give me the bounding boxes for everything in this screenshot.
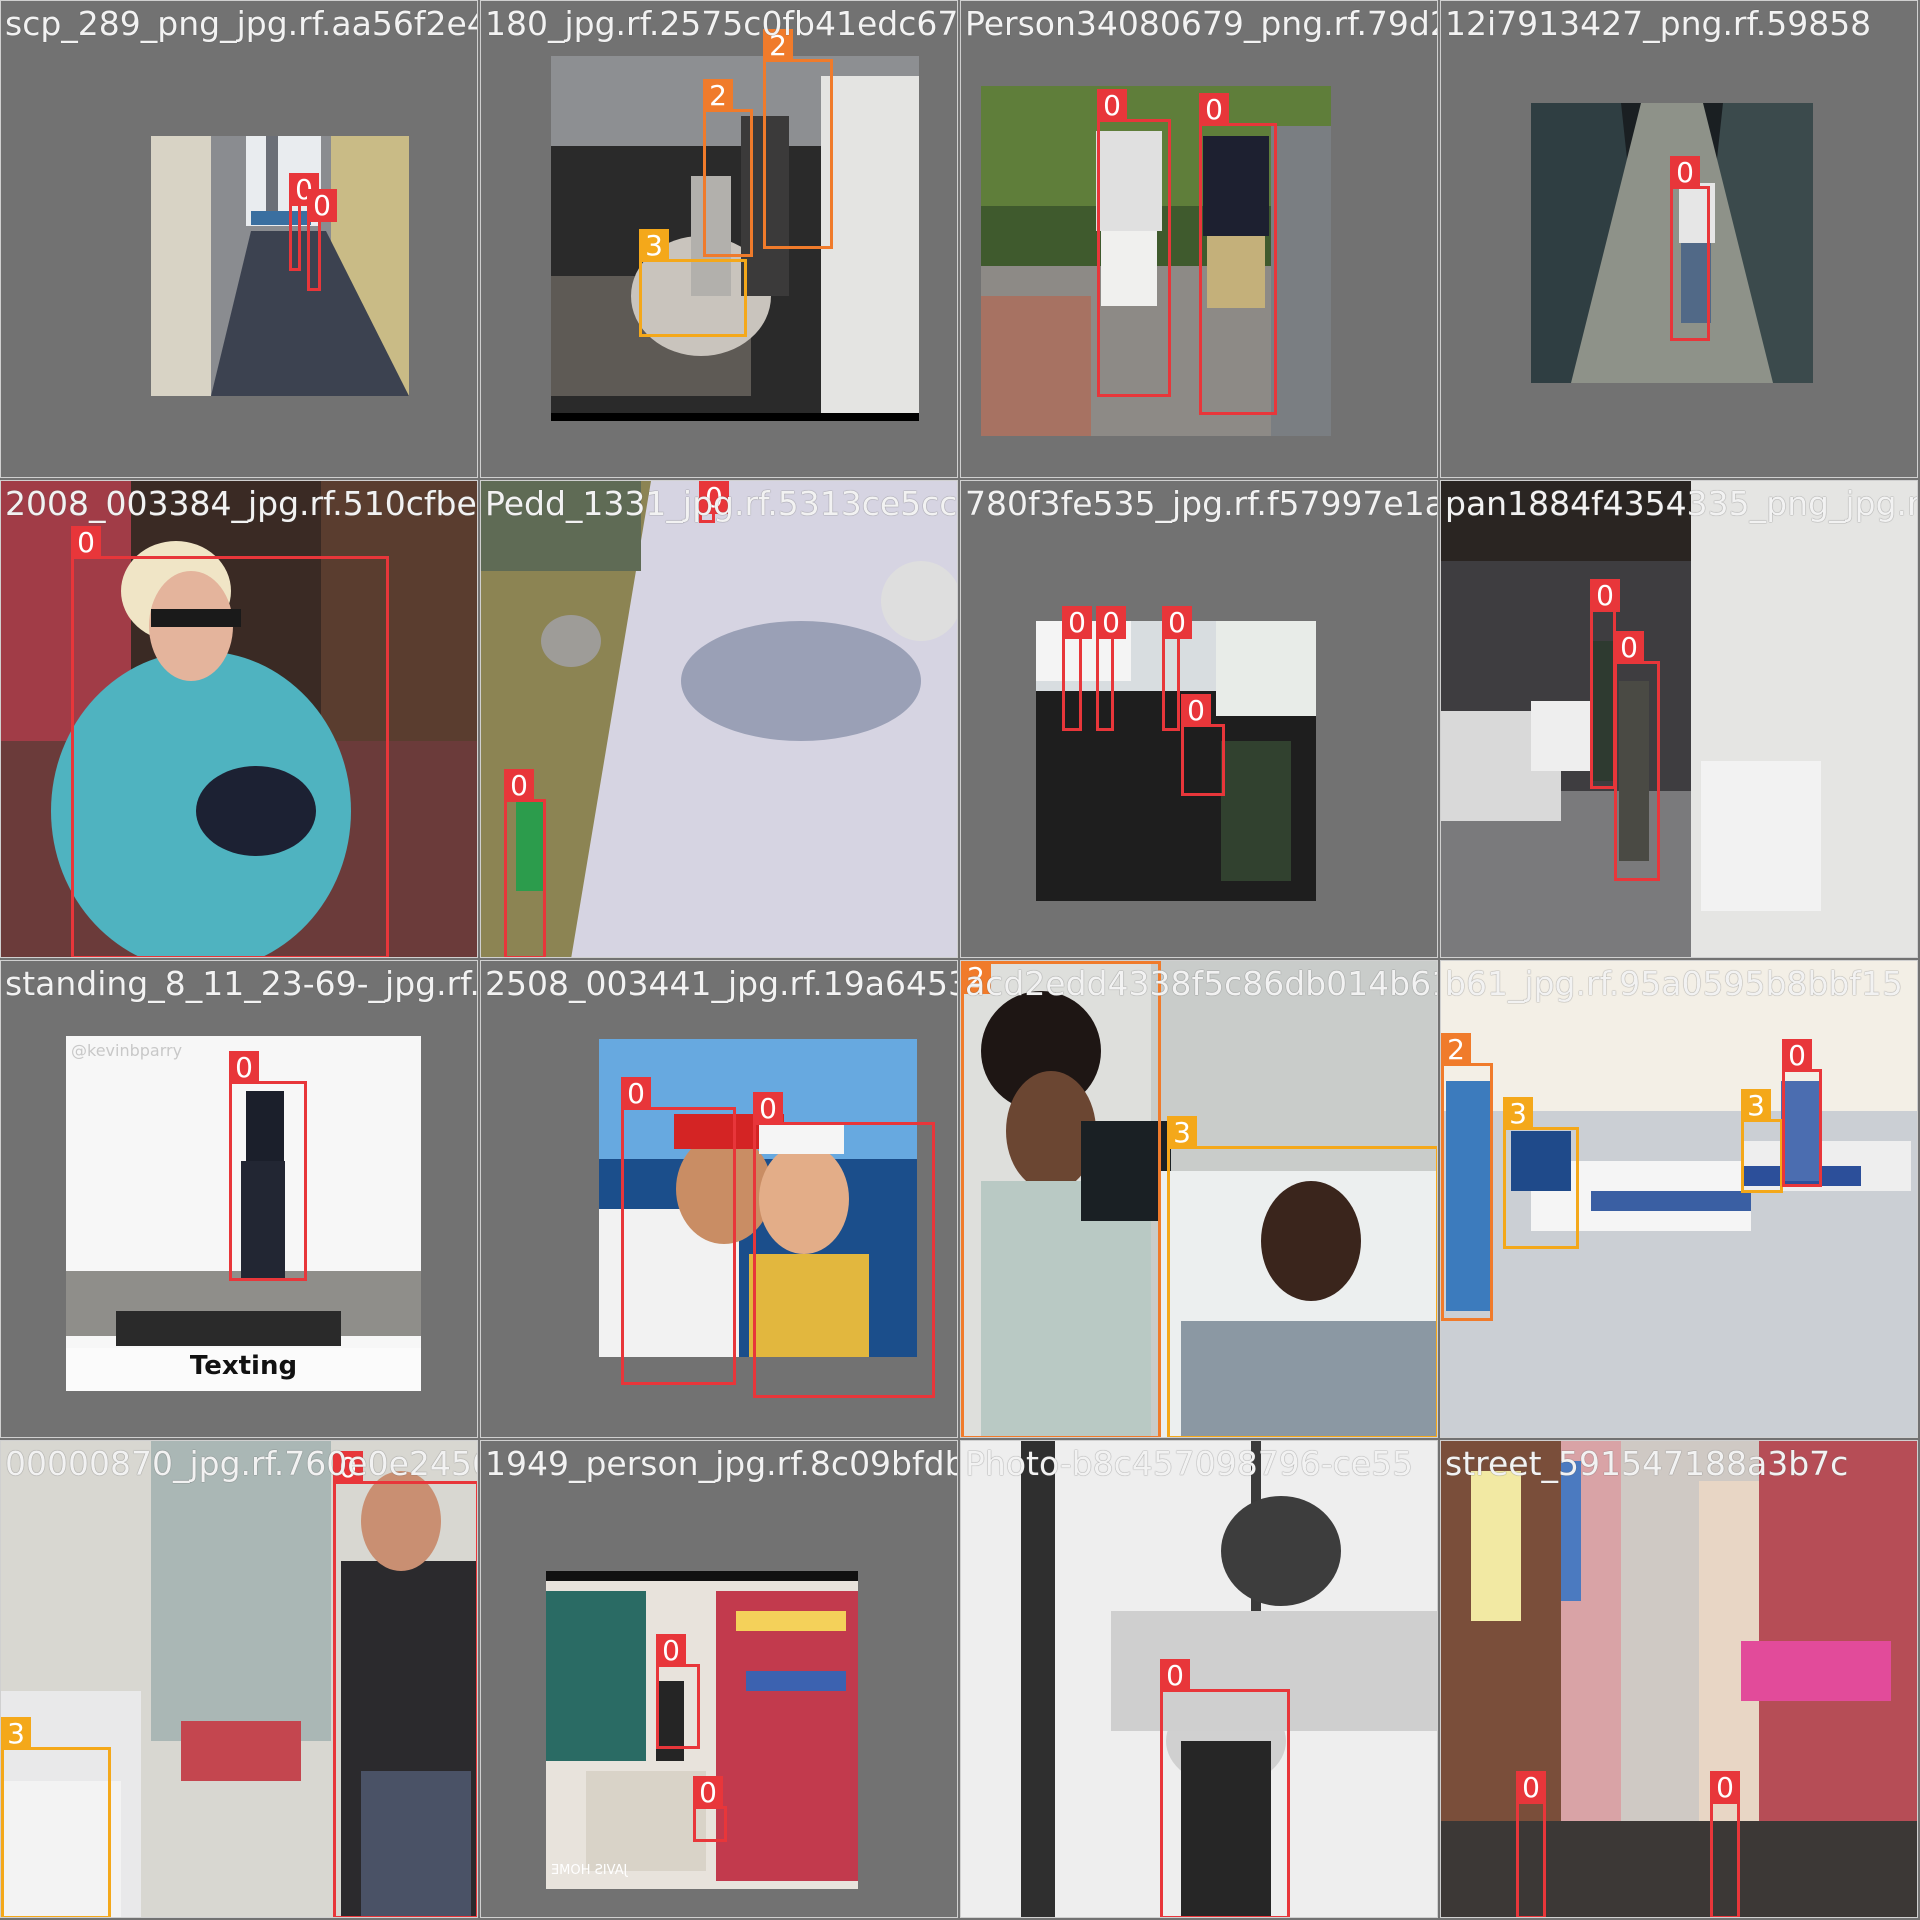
class-label: 3	[1167, 1116, 1197, 1149]
class-label: 2	[1441, 1033, 1471, 1066]
validation-batch-mosaic: 00scp_289_png_jpg.rf.aa56f2e480ebf2067a9…	[0, 0, 1920, 1920]
class-label: 0	[1670, 156, 1700, 189]
image-tile: 22 3 180_jpg.rf.2575c0fb41edc671d8efa73402…	[480, 0, 958, 478]
video-overlay-text: JAVIS HOME	[551, 1863, 628, 1878]
bounding-box: 3	[1167, 1116, 1437, 1437]
class-label: 0	[307, 189, 337, 222]
tile-filename: scp_289_png_jpg.rf.aa56f2e480ebf2067a9f9…	[5, 4, 477, 43]
image-tile: 00 scp_289_png_jpg.rf.aa56f2e480ebf2067a9…	[0, 0, 478, 478]
bounding-box: 0	[1181, 694, 1225, 796]
class-label: 0	[656, 1634, 686, 1667]
bounding-box: 0	[1614, 631, 1660, 881]
bounding-box: 2	[763, 29, 833, 249]
bounding-box: 0	[1199, 93, 1277, 415]
class-label: 0	[1062, 606, 1092, 639]
tile-filename: 2508_003441_jpg.rf.19a6453acd2edd4338f5c…	[485, 964, 957, 1003]
bounding-box: 0	[1782, 1039, 1822, 1187]
bounding-box: 0	[1670, 156, 1710, 341]
class-label: 3	[1503, 1097, 1533, 1130]
bounding-box: 0	[1710, 1771, 1740, 1917]
tile-photo	[1441, 1441, 1917, 1917]
bounding-box: 2	[961, 961, 1161, 1437]
bounding-box: 0	[1516, 1771, 1546, 1917]
class-label: 0	[1590, 579, 1620, 612]
class-label: 0	[1097, 89, 1127, 122]
class-label: 0	[229, 1051, 259, 1084]
bounding-box: 0	[699, 481, 729, 523]
tile-filename: 180_jpg.rf.2575c0fb41edc671d8efa73402679	[485, 4, 958, 43]
class-label: 0	[333, 1451, 363, 1484]
image-tile: 0 0 street_591547188a3b7c	[1440, 1440, 1918, 1918]
bounding-box: 0	[1062, 606, 1092, 731]
class-label: 0	[699, 481, 729, 514]
bounding-box: 2	[1441, 1033, 1493, 1321]
class-label: 0	[1614, 631, 1644, 664]
image-tile: 0 0 2508_003441_jpg.rf.19a6453acd2edd4338f…	[480, 960, 958, 1438]
bounding-box: 3	[1503, 1097, 1579, 1249]
class-label: 3	[1741, 1089, 1771, 1122]
image-tile: Texting @kevinbparry 0 standing_8_11_23-69-…	[0, 960, 478, 1438]
bounding-box: 0	[1096, 606, 1126, 731]
class-label: 2	[961, 961, 991, 994]
class-label: 0	[71, 526, 101, 559]
tile-filename: standing_8_11_23-69-_jpg.rf.2f568700d134…	[5, 964, 477, 1003]
class-label: 0	[621, 1077, 651, 1110]
bounding-box: 0	[289, 173, 319, 271]
class-label: 0	[1160, 1659, 1190, 1692]
bounding-box: 3	[1741, 1089, 1783, 1193]
class-label: 0	[1199, 93, 1229, 126]
tile-filename: 12i7913427_png.rf.59858	[1445, 4, 1872, 43]
image-tile: 02008_003384_jpg.rf.510cfbe8bd7383b1f3f5	[0, 480, 478, 958]
class-label: 3	[1, 1717, 31, 1750]
bounding-box: 0	[1590, 579, 1620, 789]
class-label: 0	[1710, 1771, 1740, 1804]
image-tile: 0300000870_jpg.rf.760e0e2456d49d5eff6263…	[0, 1440, 478, 1918]
bounding-box: 0	[71, 526, 389, 957]
bounding-box: 0	[1160, 1659, 1290, 1917]
class-label: 0	[693, 1776, 723, 1809]
bounding-box: 2	[703, 79, 753, 257]
tile-photo	[151, 136, 409, 396]
bounding-box: 3	[1, 1717, 111, 1917]
class-label: 0	[1181, 694, 1211, 727]
image-tile: JAVIS HOME 0 0 1949_person_jpg.rf.8c09bfdb4…	[480, 1440, 958, 1918]
tile-photo	[1441, 481, 1917, 957]
tile-filename: 780f3fe535_jpg.rf.f57997e1a1e9e4a254335	[965, 484, 1437, 523]
class-label: 0	[1162, 606, 1192, 639]
class-label: 3	[639, 229, 669, 262]
bounding-box: 0	[656, 1634, 700, 1749]
image-tile: 0000780f3fe535_jpg.rf.f57997e1a1e9e4a254…	[960, 480, 1438, 958]
class-label: 0	[504, 769, 534, 802]
bounding-box: 0	[229, 1051, 307, 1281]
class-label: 0	[1516, 1771, 1546, 1804]
tile-filename: Person34080679_png.rf.79d21d0ff83f57eeeb…	[965, 4, 1437, 43]
image-tile: 0 12i7913427_png.rf.59858	[1440, 0, 1918, 478]
bounding-box: 0	[1097, 89, 1171, 397]
tile-photo	[481, 481, 957, 957]
class-label: 2	[763, 29, 793, 62]
image-caption: Texting	[189, 1351, 298, 1381]
image-tile: 00Pedd_1331_jpg.rf.5313ce5cc780f3f3e535	[480, 480, 958, 958]
bounding-box: 0	[753, 1092, 935, 1398]
bounding-box: 0	[504, 769, 546, 957]
image-tile: 2 3 acd2edd4338f5c86db014b61	[960, 960, 1438, 1438]
image-tile: 0 Photo-b8c457098796-ce55	[960, 1440, 1438, 1918]
class-label: 2	[703, 79, 733, 112]
watermark-text: @kevinbparry	[71, 1041, 183, 1060]
tile-filename: 1949_person_jpg.rf.8c09bfdb4e1b8c4570	[485, 1444, 958, 1483]
bounding-box: 0	[621, 1077, 736, 1385]
bounding-box: 0	[307, 189, 337, 291]
bounding-box: 3	[639, 229, 747, 337]
class-label: 0	[1096, 606, 1126, 639]
bounding-box: 0	[1162, 606, 1192, 731]
image-tile: 00pan1884f4354335_png_jpg.rf.056	[1440, 480, 1918, 958]
class-label: 0	[753, 1092, 783, 1125]
image-tile: 2 3 3 0 b61_jpg.rf.95a0595b8bbf15	[1440, 960, 1918, 1438]
bounding-box: 0	[693, 1776, 727, 1842]
bounding-box: 0	[333, 1451, 477, 1917]
image-tile: 0 0 Person34080679_png.rf.79d21d0ff83f57ee…	[960, 0, 1438, 478]
class-label: 0	[1782, 1039, 1812, 1072]
